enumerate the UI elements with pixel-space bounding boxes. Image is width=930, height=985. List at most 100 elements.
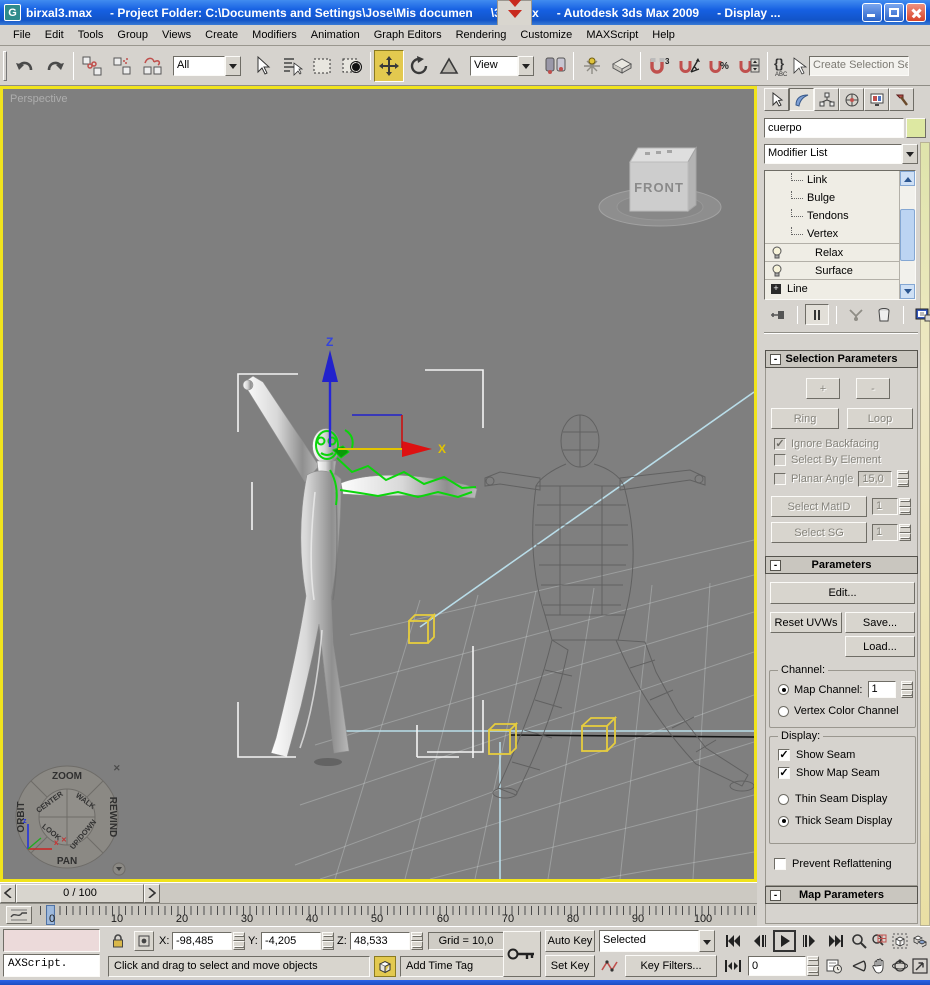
z-coord-field[interactable]	[350, 932, 410, 950]
frame-spinner[interactable]	[807, 956, 819, 976]
track-ruler[interactable]	[40, 906, 755, 915]
stack-item-bulge[interactable]: Bulge	[765, 189, 915, 207]
close-button[interactable]	[906, 3, 926, 22]
shrink-selection-button[interactable]: -	[856, 378, 890, 399]
selection-parameters-header[interactable]: - Selection Parameters	[765, 350, 918, 368]
viewport-label[interactable]: Perspective	[10, 93, 67, 105]
isolate-cube-icon[interactable]	[374, 956, 396, 977]
macro-recorder-box[interactable]	[3, 929, 100, 952]
vertex-color-radio[interactable]	[778, 705, 789, 717]
play-button[interactable]	[773, 930, 796, 952]
menu-rendering[interactable]: Rendering	[449, 27, 514, 43]
object-color-swatch[interactable]	[906, 118, 926, 138]
set-key-button[interactable]: Set Key	[545, 955, 595, 977]
thick-seam-radio[interactable]	[778, 815, 789, 827]
select-sg-button[interactable]: Select SG	[771, 522, 867, 543]
select-and-manipulate-button[interactable]	[577, 50, 607, 82]
unlink-selection-button[interactable]	[107, 50, 137, 82]
stack-item-link[interactable]: Link	[765, 171, 915, 189]
angle-snap-toggle-button[interactable]	[674, 50, 704, 82]
wheel-close-icon[interactable]: ✕	[113, 763, 121, 773]
zoom-all-button[interactable]	[869, 930, 889, 952]
thin-seam-radio[interactable]	[778, 793, 789, 805]
maximize-button[interactable]	[884, 3, 904, 22]
tab-display[interactable]	[864, 88, 889, 111]
stack-item-line[interactable]: + Line	[765, 279, 915, 297]
toolbar-grip[interactable]	[3, 50, 7, 81]
time-slider-next-icon[interactable]	[144, 883, 160, 903]
key-filters-curve-icon[interactable]	[599, 955, 621, 977]
percent-snap-toggle-button[interactable]: %	[704, 50, 734, 82]
show-seam-checkbox[interactable]: ✓	[778, 749, 790, 761]
menu-group[interactable]: Group	[110, 27, 155, 43]
scrollbar-thumb[interactable]	[900, 209, 915, 261]
key-mode-toggle-button[interactable]	[721, 955, 744, 977]
select-matid-button[interactable]: Select MatID	[771, 496, 867, 517]
create-selection-set-input[interactable]: Create Selection Set	[809, 55, 909, 76]
select-and-link-button[interactable]	[77, 50, 107, 82]
selection-filter-arrow[interactable]	[225, 55, 241, 76]
download-arrows-icon[interactable]	[497, 0, 532, 27]
spinner-snap-toggle-button[interactable]	[734, 50, 764, 82]
pan-hand-button[interactable]	[869, 955, 889, 977]
wheel-zoom[interactable]: ZOOM	[52, 771, 82, 782]
select-and-rotate-button[interactable]	[404, 50, 434, 82]
zoom-extents-button[interactable]	[890, 930, 910, 952]
menu-animation[interactable]: Animation	[304, 27, 367, 43]
map-channel-radio[interactable]	[778, 684, 789, 695]
save-button[interactable]: Save...	[845, 612, 915, 633]
loop-button[interactable]: Loop	[847, 408, 913, 429]
planar-angle-field[interactable]: 15,0	[858, 470, 893, 487]
y-coord-field[interactable]	[261, 932, 321, 950]
time-configuration-button[interactable]	[822, 955, 845, 977]
selection-filter-dropdown[interactable]: All	[173, 55, 241, 76]
time-slider-prev-icon[interactable]	[0, 883, 16, 903]
go-to-start-button[interactable]	[721, 930, 744, 952]
snap-toggle-3d-button[interactable]: 3	[644, 50, 674, 82]
show-end-result-button[interactable]	[805, 304, 829, 325]
x-spinner[interactable]	[233, 932, 245, 950]
pin-stack-button[interactable]	[766, 304, 790, 325]
absolute-mode-toggle[interactable]	[134, 931, 154, 951]
coordinate-system-arrow[interactable]	[518, 55, 534, 76]
select-and-scale-button[interactable]	[434, 50, 464, 82]
modifier-list-arrow[interactable]	[902, 144, 918, 164]
stack-item-tendons[interactable]: Tendons	[765, 207, 915, 225]
orbit-button[interactable]	[890, 955, 910, 977]
reset-uvws-button[interactable]: Reset UVWs	[770, 612, 842, 633]
map-parameters-header[interactable]: - Map Parameters	[765, 886, 918, 904]
maximize-viewport-toggle-button[interactable]	[910, 955, 930, 977]
x-coord-field[interactable]	[172, 932, 232, 950]
undo-button[interactable]	[10, 50, 40, 82]
wheel-orbit[interactable]: ORBIT	[16, 801, 27, 832]
ignore-backfacing-checkbox[interactable]: ✓	[774, 438, 786, 450]
previous-frame-button[interactable]	[748, 930, 770, 952]
make-unique-button[interactable]	[844, 304, 868, 325]
perspective-viewport[interactable]: X Z FRONT ZOOM PAN ORBIT REWIND CENTER W…	[0, 86, 757, 882]
tab-motion[interactable]	[839, 88, 864, 111]
select-by-element-checkbox[interactable]	[774, 454, 786, 466]
stack-item-relax[interactable]: Relax	[765, 243, 915, 261]
object-name-input[interactable]	[764, 118, 904, 138]
field-of-view-button[interactable]	[849, 955, 869, 977]
add-time-tag[interactable]: Add Time Tag	[400, 956, 508, 977]
tab-utilities[interactable]	[889, 88, 914, 111]
menu-views[interactable]: Views	[155, 27, 198, 43]
matid-field[interactable]: 1	[872, 498, 898, 515]
reference-coordinate-dropdown[interactable]: View	[470, 55, 534, 76]
select-and-move-button[interactable]	[374, 49, 404, 82]
rectangular-selection-region-button[interactable]	[307, 50, 337, 82]
scroll-up-icon[interactable]	[900, 171, 915, 186]
menu-edit[interactable]: Edit	[38, 27, 71, 43]
modifier-list-dropdown[interactable]: Modifier List	[764, 144, 918, 164]
planar-angle-spinner[interactable]	[897, 470, 910, 487]
map-channel-spinner[interactable]	[900, 681, 913, 698]
select-by-name-button[interactable]	[277, 50, 307, 82]
mini-curve-editor-button[interactable]	[6, 906, 32, 924]
select-object-button[interactable]	[247, 50, 277, 82]
parameters-header[interactable]: - Parameters	[765, 556, 918, 574]
current-frame-field[interactable]	[748, 956, 806, 976]
wheel-pan[interactable]: PAN	[57, 856, 77, 867]
tab-modify[interactable]	[789, 88, 814, 111]
planar-angle-checkbox[interactable]	[774, 472, 786, 485]
